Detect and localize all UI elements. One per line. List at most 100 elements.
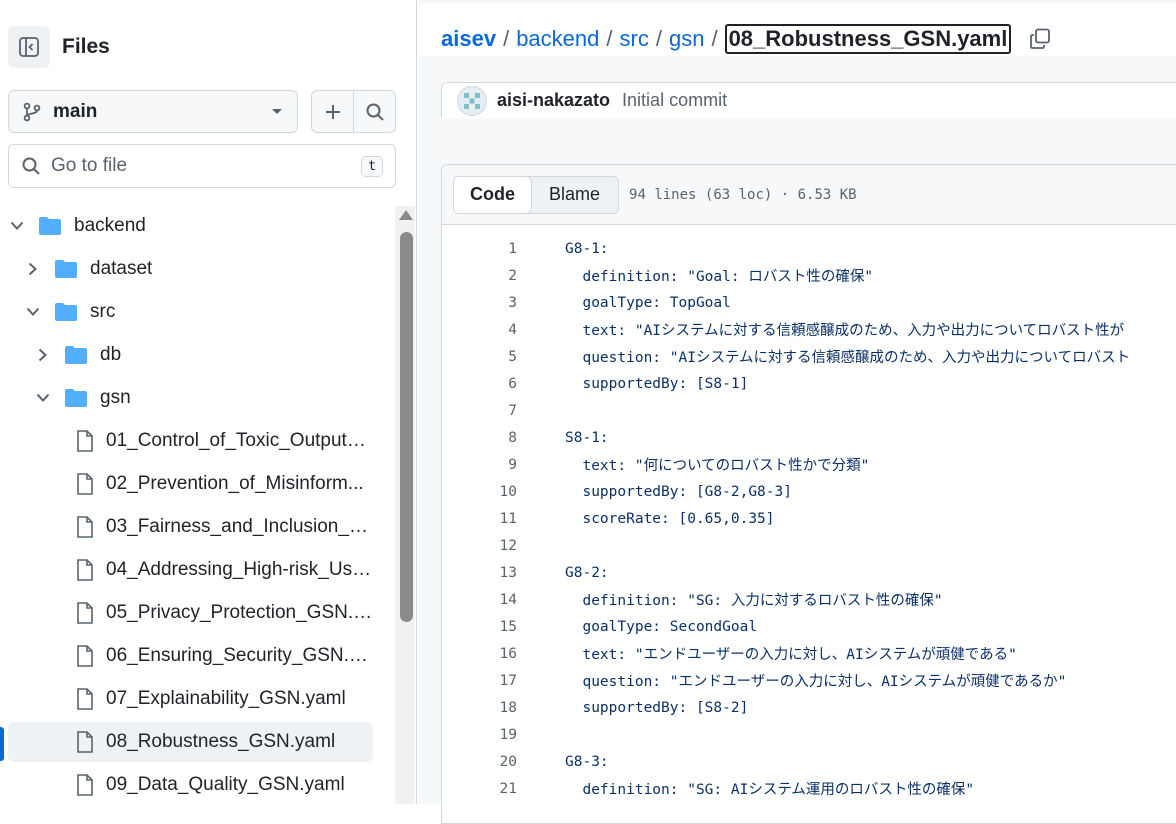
branch-selector[interactable]: main <box>8 90 298 133</box>
tree-item-gsn[interactable]: gsn <box>8 378 373 418</box>
breadcrumb-separator: / <box>655 26 662 51</box>
line-number[interactable]: 2 <box>442 268 517 284</box>
line-number[interactable]: 13 <box>442 565 517 581</box>
line-number[interactable]: 16 <box>442 646 517 662</box>
copy-path-button[interactable] <box>1027 26 1053 52</box>
line-content: supportedBy: [S8-1] <box>565 375 749 392</box>
commit-message-link[interactable]: Initial commit <box>622 90 727 111</box>
copy-icon <box>1030 28 1051 49</box>
tree-item-file[interactable]: 06_Ensuring_Security_GSN.ya... <box>8 636 373 676</box>
tree-item-backend[interactable]: backend <box>8 206 373 246</box>
code-line: 21 definition: "SG: AIシステム運用のロバスト性の確保" <box>442 775 975 802</box>
breadcrumb-current-file: 08_Robustness_GSN.yaml <box>724 24 1012 54</box>
file-icon <box>77 473 93 495</box>
line-number[interactable]: 18 <box>442 700 517 716</box>
code-line: 3 goalType: TopGoal <box>442 289 731 316</box>
chevron-down-icon[interactable] <box>8 217 26 235</box>
avatar[interactable] <box>457 85 487 116</box>
file-header: Code Blame 94 lines (63 loc) · 6.53 KB <box>442 165 1176 225</box>
line-number[interactable]: 12 <box>442 538 517 554</box>
file-icon <box>77 516 93 538</box>
line-content: G8-2: <box>565 564 609 581</box>
file-view: aisev / backend / src / gsn / 08_Robustn… <box>418 0 1176 824</box>
line-content: G8-3: <box>565 753 609 770</box>
line-content: S8-1: <box>565 429 609 446</box>
line-number[interactable]: 8 <box>442 430 517 446</box>
line-content: text: "エンドユーザーの入力に対し、AIシステムが頑健である" <box>565 647 1017 663</box>
latest-commit-bar: aisi-nakazato Initial commit <box>441 82 1176 118</box>
line-number[interactable]: 15 <box>442 619 517 635</box>
git-branch-icon <box>23 102 41 121</box>
line-number[interactable]: 10 <box>442 484 517 500</box>
chevron-down-icon[interactable] <box>34 389 52 407</box>
line-number[interactable]: 17 <box>442 673 517 689</box>
tree-item-label: 03_Fairness_and_Inclusion_G... <box>106 516 373 537</box>
tree-item-file[interactable]: 09_Data_Quality_GSN.yaml <box>8 765 373 804</box>
line-number[interactable]: 7 <box>442 403 517 419</box>
line-content: definition: "SG: 入力に対するロバスト性の確保" <box>565 593 943 609</box>
breadcrumb-repo-link[interactable]: aisev <box>441 26 496 52</box>
file-icon <box>77 645 93 667</box>
tree-item-file[interactable]: 04_Addressing_High-risk_Use... <box>8 550 373 590</box>
line-number[interactable]: 3 <box>442 295 517 311</box>
chevron-right-icon[interactable] <box>24 260 42 278</box>
tree-item-dataset[interactable]: dataset <box>8 249 373 289</box>
code-line: 14 definition: "SG: 入力に対するロバスト性の確保" <box>442 586 943 613</box>
add-file-button[interactable] <box>311 90 354 133</box>
tree-item-file[interactable]: 03_Fairness_and_Inclusion_G... <box>8 507 373 547</box>
tree-item-file[interactable]: 07_Explainability_GSN.yaml <box>8 679 373 719</box>
line-number[interactable]: 1 <box>442 241 517 257</box>
tree-item-label: 02_Prevention_of_Misinform... <box>106 473 364 494</box>
tab-code[interactable]: Code <box>454 176 532 213</box>
line-number[interactable]: 11 <box>442 511 517 527</box>
chevron-right-icon[interactable] <box>34 346 52 364</box>
go-to-file-input[interactable]: Go to file t <box>8 144 396 188</box>
search-code-button[interactable] <box>353 90 396 133</box>
tree-item-label: 09_Data_Quality_GSN.yaml <box>106 774 345 795</box>
code-line: 18 supportedBy: [S8-2] <box>442 694 749 721</box>
folder-open-icon <box>55 303 77 321</box>
tree-item-file[interactable]: 01_Control_of_Toxic_Output_... <box>8 421 373 461</box>
code-line: 12 <box>442 532 565 559</box>
line-number[interactable]: 4 <box>442 322 517 338</box>
scroll-up-arrow-icon[interactable] <box>399 210 413 220</box>
code-line: 15 goalType: SecondGoal <box>442 613 758 640</box>
file-icon <box>77 688 93 710</box>
line-number[interactable]: 20 <box>442 754 517 770</box>
line-content: text: "何についてのロバスト性かで分類" <box>565 458 870 474</box>
view-mode-toggle: Code Blame <box>453 175 620 214</box>
tree-scrollbar-thumb[interactable] <box>400 232 413 622</box>
line-content: definition: "SG: AIシステム運用のロバスト性の確保" <box>565 782 975 798</box>
tree-item-db[interactable]: db <box>8 335 373 375</box>
line-number[interactable]: 9 <box>442 457 517 473</box>
folder-open-icon <box>39 217 61 235</box>
line-number[interactable]: 14 <box>442 592 517 608</box>
breadcrumb-link-src[interactable]: src <box>620 26 649 52</box>
line-number[interactable]: 21 <box>442 781 517 797</box>
code-line: 9 text: "何についてのロバスト性かで分類" <box>442 451 869 478</box>
tree-item-file[interactable]: 05_Privacy_Protection_GSN.y... <box>8 593 373 633</box>
tab-blame[interactable]: Blame <box>531 177 618 213</box>
tree-item-file-selected[interactable]: 08_Robustness_GSN.yaml <box>8 722 373 762</box>
file-tree-sidebar: Files main Go to file t backend dataset … <box>0 0 417 804</box>
collapse-sidebar-button[interactable] <box>8 26 50 68</box>
branch-name: main <box>53 100 98 122</box>
tree-item-src[interactable]: src <box>8 292 373 332</box>
commit-author-link[interactable]: aisi-nakazato <box>497 90 610 111</box>
tree-item-label: db <box>100 344 122 365</box>
line-number[interactable]: 19 <box>442 727 517 743</box>
plus-icon <box>325 104 340 119</box>
code-line: 1 G8-1: <box>442 235 608 262</box>
line-number[interactable]: 6 <box>442 376 517 392</box>
breadcrumb-link-backend[interactable]: backend <box>516 26 599 52</box>
chevron-down-icon[interactable] <box>24 303 42 321</box>
line-content: goalType: SecondGoal <box>565 618 758 635</box>
line-content: goalType: TopGoal <box>565 294 731 311</box>
folder-icon <box>55 260 77 278</box>
code-line: 6 supportedBy: [S8-1] <box>442 370 748 397</box>
sidebar-collapse-icon <box>19 37 39 57</box>
line-number[interactable]: 5 <box>442 349 517 365</box>
breadcrumb-link-gsn[interactable]: gsn <box>669 26 704 52</box>
tree-item-label: backend <box>74 215 146 236</box>
tree-item-file[interactable]: 02_Prevention_of_Misinform... <box>8 464 373 504</box>
